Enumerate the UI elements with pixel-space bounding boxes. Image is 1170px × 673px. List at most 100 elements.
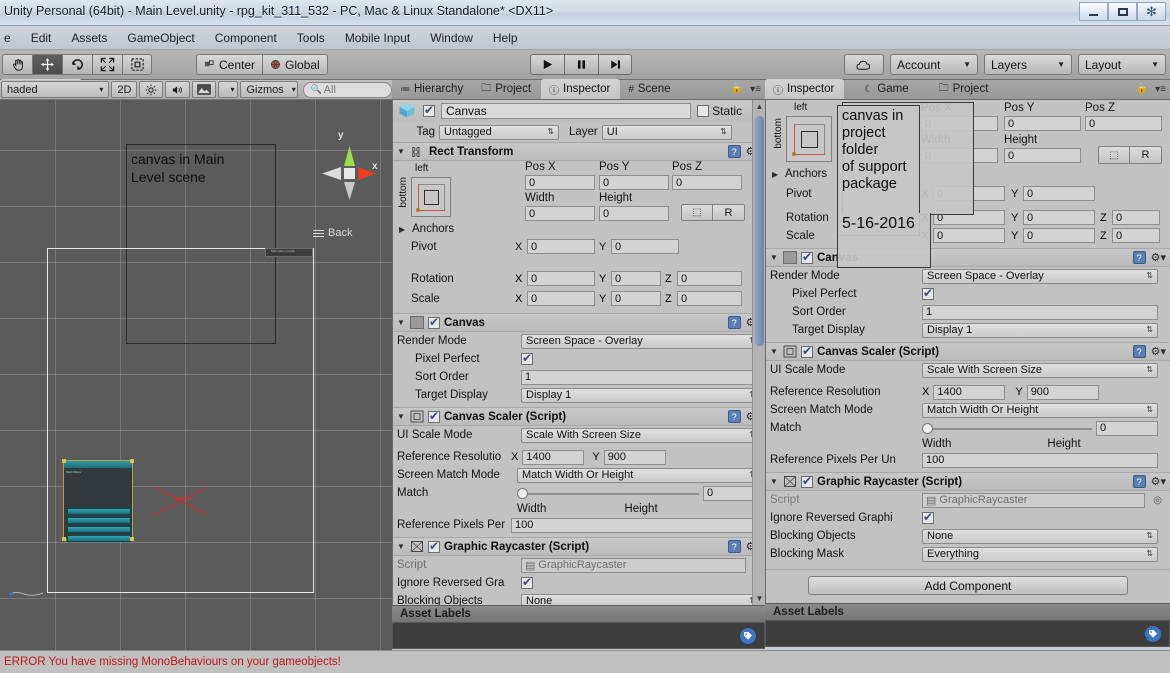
menu-item-component[interactable]: Component <box>205 28 287 48</box>
reference-resolution-y-input[interactable]: 900 <box>1026 384 1099 400</box>
anchor-preset-button[interactable] <box>786 116 832 162</box>
ignore-reversed-checkbox[interactable] <box>922 510 934 524</box>
render-mode-dropdown[interactable]: Screen Space - Overlay ⇅ <box>521 333 761 349</box>
canvas-scaler-component-header[interactable]: ▼ Canvas Scaler (Script) ? ⚙▾ <box>393 407 765 426</box>
foldout-icon[interactable]: ▼ <box>397 542 406 551</box>
ignore-reversed-checkbox[interactable] <box>521 575 533 589</box>
help-icon[interactable]: ? <box>727 316 741 329</box>
foldout-icon[interactable]: ▼ <box>770 477 779 486</box>
foldout-icon[interactable]: ▼ <box>770 253 779 262</box>
help-icon[interactable]: ? <box>1132 251 1146 264</box>
rotation-y-input[interactable]: 0 <box>611 271 661 286</box>
scale-z-input[interactable]: 0 <box>1112 228 1160 243</box>
scene-axis-gizmo[interactable] <box>318 138 382 218</box>
canvas-enabled-checkbox[interactable] <box>428 315 440 329</box>
scene-view[interactable]: haded ▾ 2D ▾ Gizmos ▾ 🔍 All canvas in Ma… <box>0 80 392 650</box>
rotation-z-input[interactable]: 0 <box>677 271 742 286</box>
left-asset-labels-body[interactable] <box>392 622 765 649</box>
help-icon[interactable]: ? <box>727 145 741 158</box>
shading-mode-dropdown[interactable]: haded ▾ <box>1 81 110 98</box>
canvas-enabled-checkbox[interactable] <box>801 250 813 264</box>
pos-x-input[interactable]: 0 <box>525 175 595 190</box>
scene-lighting-icon[interactable] <box>139 81 164 98</box>
left-asset-labels-header[interactable]: Asset Labels <box>392 605 765 622</box>
pivot-x-input[interactable]: 0 <box>527 239 595 254</box>
tab-project-right[interactable]: 🗀 Project <box>931 79 999 99</box>
label-tag-icon[interactable] <box>1145 626 1161 642</box>
scene-search-input[interactable]: 🔍 All <box>303 81 392 98</box>
scene-audio-icon[interactable] <box>165 81 191 98</box>
close-icon[interactable]: ✻ <box>1137 2 1166 21</box>
status-bar[interactable]: ERROR You have missing MonoBehaviours on… <box>0 650 1170 673</box>
help-icon[interactable]: ? <box>727 410 741 423</box>
match-slider[interactable] <box>922 421 1092 436</box>
play-button[interactable] <box>530 54 564 75</box>
raw-edit-button[interactable]: R <box>713 204 745 221</box>
rect-transform-component-header[interactable]: ▼ Rect Transform ? ⚙▾ <box>393 142 765 161</box>
pivot-y-input[interactable]: 0 <box>1023 186 1095 201</box>
layers-dropdown[interactable]: Layers ▼ <box>984 54 1072 75</box>
graphic-raycaster-enabled-checkbox[interactable] <box>428 539 440 553</box>
pivot-y-input[interactable]: 0 <box>611 239 679 254</box>
help-icon[interactable]: ? <box>1132 345 1146 358</box>
foldout-icon[interactable]: ▼ <box>397 412 406 421</box>
pause-button[interactable] <box>564 54 598 75</box>
slider-knob[interactable] <box>517 487 528 499</box>
canvas-scaler-component-header[interactable]: ▼ Canvas Scaler (Script) ? ⚙▾ <box>766 342 1170 361</box>
lock-icon[interactable]: 🔒 <box>731 83 743 94</box>
layer-dropdown[interactable]: UI ⇅ <box>601 124 732 140</box>
scale-tool-icon[interactable] <box>92 54 122 75</box>
blueprint-mode-button[interactable]: ⬚ <box>681 204 713 221</box>
add-component-button[interactable]: Add Component <box>808 576 1128 595</box>
left-inspector-scrollbar[interactable]: ▲ ▼ <box>752 100 765 605</box>
rotate-tool-icon[interactable] <box>62 54 92 75</box>
rect-tool-icon[interactable] <box>122 54 152 75</box>
reference-pixels-input[interactable]: 100 <box>511 517 761 533</box>
tab-project[interactable]: 🗀 Project <box>473 79 541 99</box>
target-display-dropdown[interactable]: Display 1 ⇅ <box>521 387 761 403</box>
anchors-foldout[interactable]: ▶ Anchors <box>772 168 827 180</box>
toggle-2d-button[interactable]: 2D <box>111 81 138 98</box>
scale-x-input[interactable]: 0 <box>933 228 1005 243</box>
reference-resolution-x-input[interactable]: 1400 <box>933 384 1006 400</box>
gear-icon[interactable]: ⚙▾ <box>1151 251 1166 264</box>
cloud-icon[interactable] <box>844 54 884 75</box>
pixel-perfect-checkbox[interactable] <box>922 286 934 300</box>
pixel-perfect-checkbox[interactable] <box>521 351 533 365</box>
gizmos-dropdown[interactable]: Gizmos ▾ <box>240 81 299 98</box>
tab-scene-dock[interactable]: # Scene <box>620 79 680 99</box>
blocking-mask-dropdown[interactable]: Everything ⇅ <box>922 546 1158 562</box>
ui-scale-mode-dropdown[interactable]: Scale With Screen Size ⇅ <box>521 427 761 443</box>
scale-x-input[interactable]: 0 <box>527 291 595 306</box>
gear-icon[interactable]: ⚙▾ <box>1151 475 1166 488</box>
object-active-checkbox[interactable] <box>423 103 435 117</box>
graphic-raycaster-component-header[interactable]: ▼ Graphic Raycaster (Script) ? ⚙▾ <box>393 537 765 556</box>
help-icon[interactable]: ? <box>727 540 741 553</box>
layout-dropdown[interactable]: Layout ▼ <box>1078 54 1166 75</box>
pos-y-input[interactable]: 0 <box>1004 116 1081 131</box>
maximize-button[interactable] <box>1108 2 1137 21</box>
reference-pixels-input[interactable]: 100 <box>922 452 1158 468</box>
menu-item-help[interactable]: Help <box>483 28 528 48</box>
anchors-foldout[interactable]: ▶ Anchors <box>399 223 454 235</box>
pos-z-input[interactable]: 0 <box>672 175 742 190</box>
raw-edit-button[interactable]: R <box>1130 146 1162 164</box>
menu-item-assets[interactable]: Assets <box>61 28 117 48</box>
slider-knob[interactable] <box>922 422 933 434</box>
menu-item-gameobject[interactable]: GameObject <box>117 28 204 48</box>
canvas-component-header[interactable]: ▼ Canvas ? ⚙▾ <box>393 313 765 332</box>
minimize-button[interactable] <box>1079 2 1108 21</box>
label-tag-icon[interactable] <box>740 628 756 644</box>
right-asset-labels-body[interactable] <box>765 620 1170 647</box>
graphic-raycaster-enabled-checkbox[interactable] <box>801 474 813 488</box>
pos-z-input[interactable]: 0 <box>1085 116 1162 131</box>
tab-inspector-right[interactable]: ⓘ Inspector <box>765 79 845 99</box>
space-mode-button[interactable]: Global <box>262 54 328 75</box>
tab-inspector-left[interactable]: ⓘ Inspector <box>541 79 621 99</box>
scale-y-input[interactable]: 0 <box>611 291 661 306</box>
sort-order-input[interactable]: 1 <box>521 369 761 385</box>
render-mode-dropdown[interactable]: Screen Space - Overlay ⇅ <box>922 268 1158 284</box>
panel-menu-icon[interactable]: ▾≡ <box>750 84 761 95</box>
reference-resolution-y-input[interactable]: 900 <box>603 449 666 465</box>
foldout-icon[interactable]: ▼ <box>397 318 406 327</box>
